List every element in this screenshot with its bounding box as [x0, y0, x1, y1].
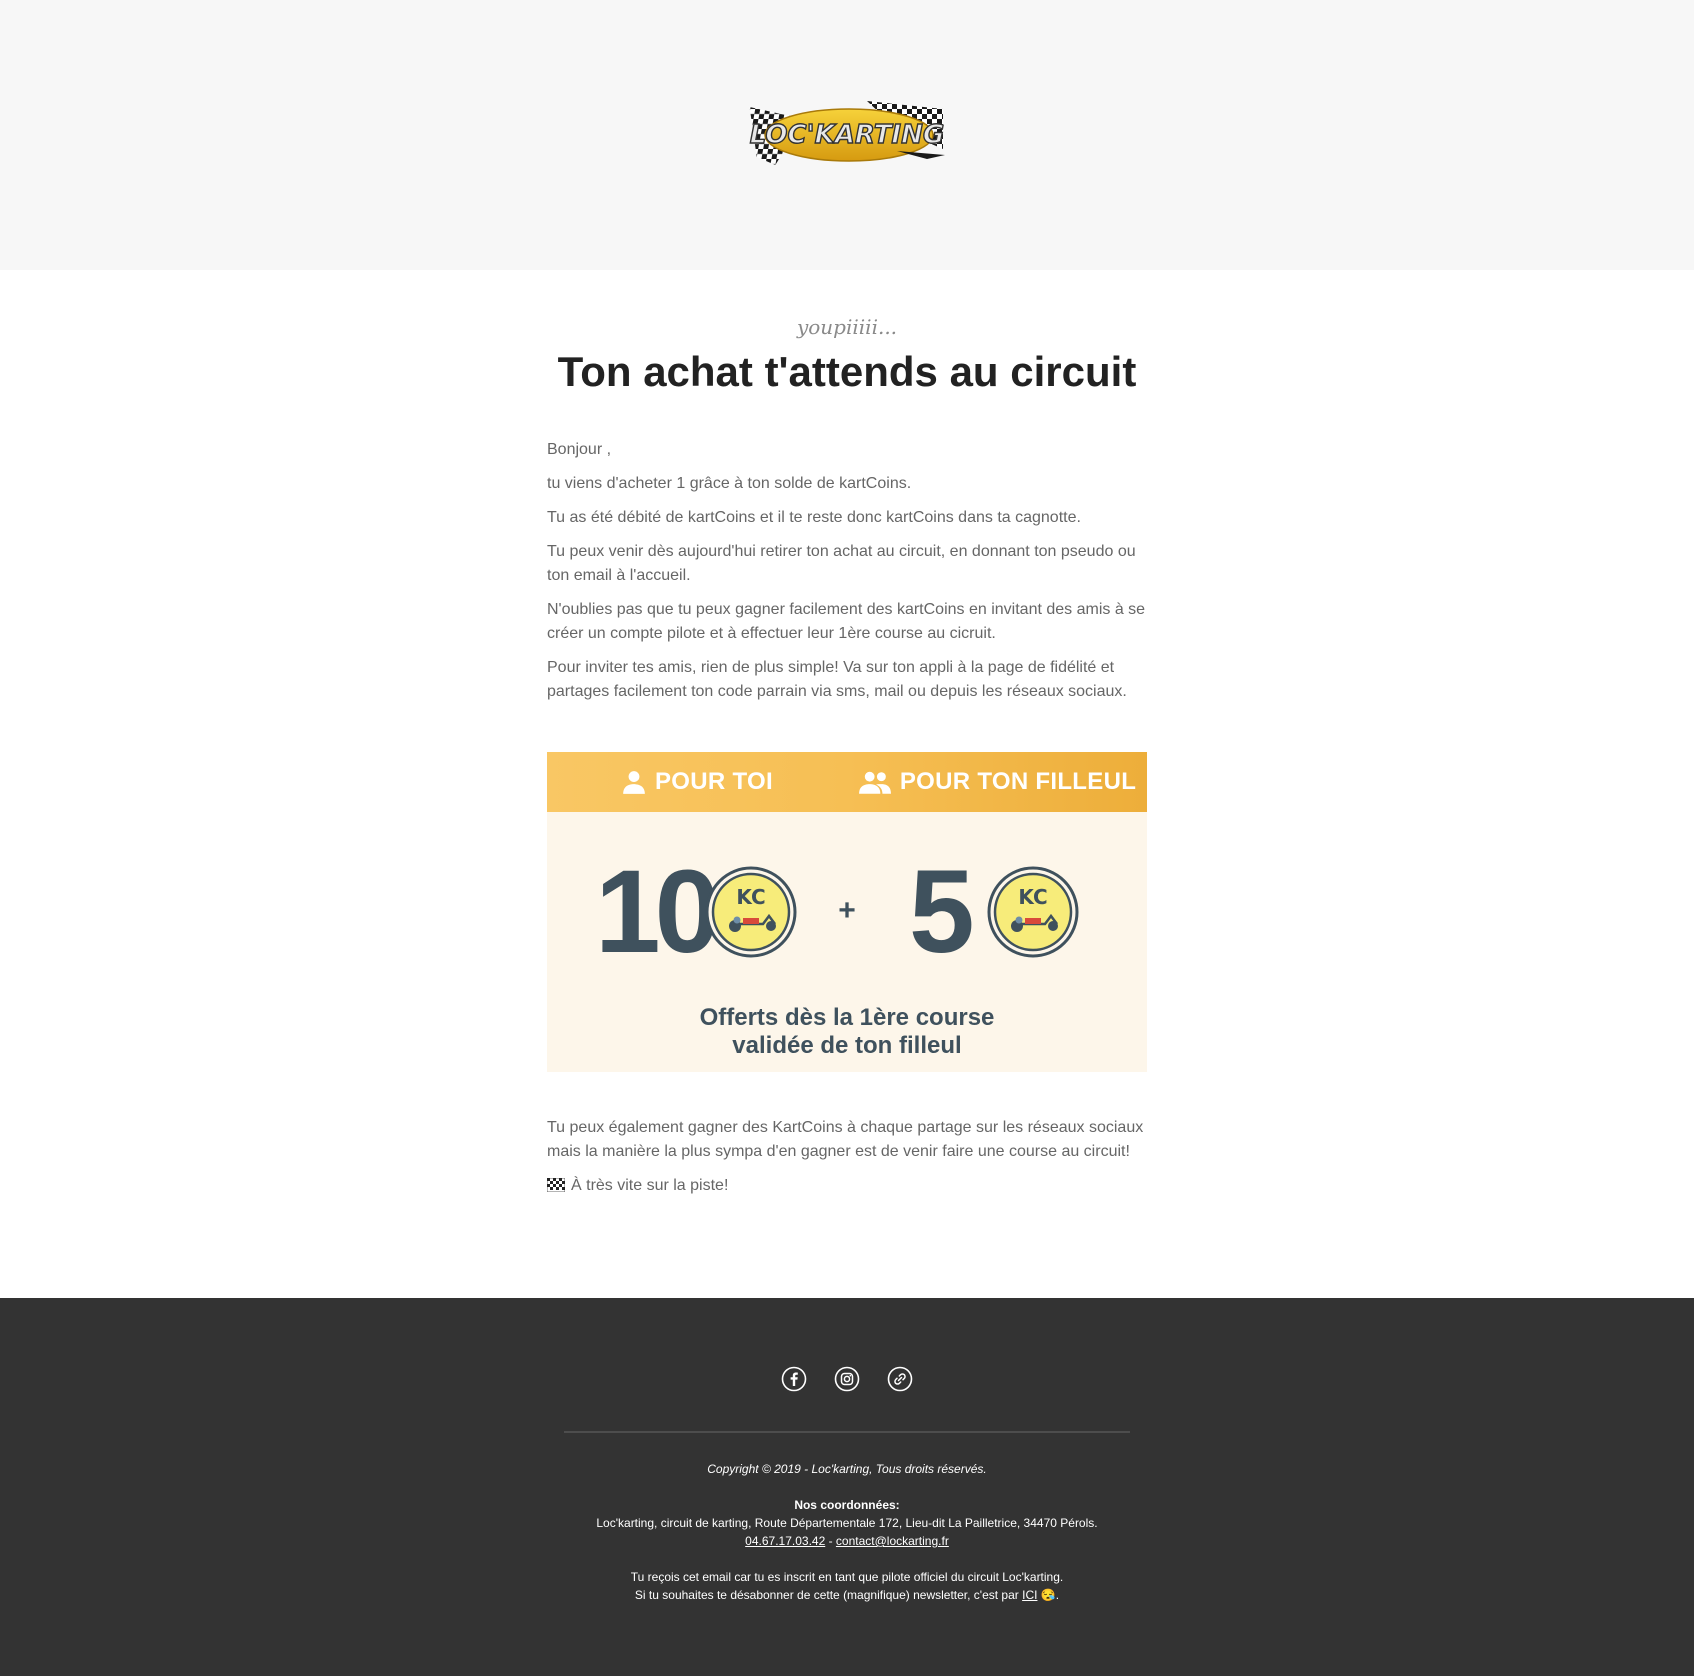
unsubscribe-link[interactable]: ICI	[1022, 1588, 1037, 1602]
reward-referral-amount: 5	[909, 846, 975, 978]
reward-you-amount: 10	[595, 846, 720, 978]
referral-info-text: N'oublies pas que tu peux gagner facilem…	[547, 601, 1146, 642]
social-links	[0, 1366, 1694, 1392]
facebook-link[interactable]	[781, 1366, 807, 1392]
social-share-text: Tu peux également gagner des KartCoins à…	[547, 1119, 1144, 1160]
footer-text: Copyright © 2019 - Loc'karting, Tous dro…	[0, 1460, 1694, 1604]
contact-line: 04.67.17.03.42 - contact@lockarting.fr	[745, 1534, 949, 1548]
tab-pour-toi: POUR TOI	[547, 752, 847, 812]
instagram-link[interactable]	[834, 1366, 860, 1392]
referral-rewards-card: POUR TOI POUR TON FILLEUL 10 KC + 5 KC O…	[547, 752, 1147, 1072]
rewards-header: POUR TOI POUR TON FILLEUL	[547, 752, 1147, 812]
contact-heading: Nos coordonnées:	[794, 1498, 900, 1512]
kartcoin-icon: KC	[705, 866, 797, 958]
person-icon	[623, 771, 645, 794]
see-you-label: À très vite sur la piste!	[571, 1177, 729, 1194]
link-icon	[887, 1366, 913, 1392]
email-link[interactable]: contact@lockarting.fr	[836, 1534, 949, 1548]
rewards-caption: Offerts dès la 1ère course validée de to…	[547, 1004, 1147, 1060]
footer-divider	[564, 1431, 1130, 1433]
eyebrow-text: youpiiiii...	[796, 315, 898, 339]
rewards-body: 10 KC + 5 KC Offerts dès la 1ère course …	[547, 812, 1147, 1072]
phone-link[interactable]: 04.67.17.03.42	[745, 1534, 825, 1548]
group-icon	[858, 771, 891, 794]
address-text: Loc'karting, circuit de karting, Route D…	[596, 1516, 1098, 1530]
tab-pour-toi-label: POUR TOI	[655, 768, 773, 795]
email-header: LOC'KARTING	[0, 0, 1694, 270]
lockarting-logo[interactable]: LOC'KARTING	[747, 99, 947, 169]
subscription-notice: Tu reçois cet email car tu es inscrit en…	[630, 1570, 1064, 1584]
message-body: Bonjour , tu viens d'acheter 1 grâce à t…	[547, 438, 1147, 704]
tab-pour-ton-filleul: POUR TON FILLEUL	[847, 752, 1147, 812]
tab-pour-ton-filleul-label: POUR TON FILLEUL	[899, 768, 1137, 795]
greeting-text: Bonjour ,	[547, 441, 612, 458]
checkered-flag-icon	[547, 1178, 565, 1192]
rewards-caption-line-1: Offerts dès la 1ère course	[699, 1004, 995, 1031]
email-content: youpiiiii... Ton achat t'attends au circ…	[547, 314, 1147, 1198]
see-you-text: À très vite sur la piste!	[547, 1174, 1147, 1198]
logo-wordmark: LOC'KARTING	[750, 120, 944, 150]
website-link[interactable]	[887, 1366, 913, 1392]
kartcoin-icon: KC	[987, 866, 1079, 958]
coin-label: KC	[736, 885, 765, 909]
copyright-text: Copyright © 2019 - Loc'karting, Tous dro…	[707, 1462, 987, 1476]
facebook-icon	[781, 1366, 807, 1392]
instagram-icon	[834, 1366, 860, 1392]
closing-text: Tu peux également gagner des KartCoins à…	[547, 1116, 1147, 1198]
page-title: Ton achat t'attends au circuit	[557, 348, 1137, 395]
balance-text: Tu as été débité de kartCoins et il te r…	[547, 509, 1081, 526]
plus-sign: +	[838, 894, 856, 927]
email-footer: Copyright © 2019 - Loc'karting, Tous dro…	[0, 1298, 1694, 1676]
coin-label: KC	[1018, 885, 1047, 909]
unsubscribe-line: Si tu souhaites te désabonner de cette (…	[634, 1588, 1060, 1602]
invite-text: Pour inviter tes amis, rien de plus simp…	[547, 659, 1127, 700]
rewards-row: 10 KC + 5 KC	[547, 846, 1147, 978]
rewards-caption-line-2: validée de ton filleul	[732, 1032, 962, 1059]
pickup-text: Tu peux venir dès aujourd'hui retirer to…	[547, 543, 1136, 584]
purchase-text: tu viens d'acheter 1 grâce à ton solde d…	[547, 475, 912, 492]
